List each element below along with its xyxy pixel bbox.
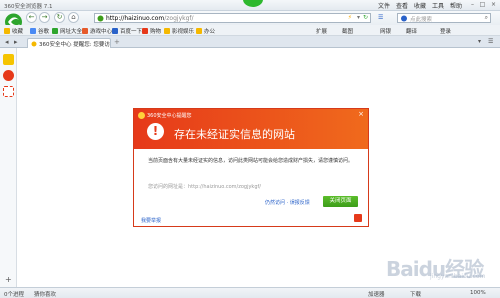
folder-icon: [196, 28, 202, 34]
recommend-link[interactable]: 猜你喜欢: [34, 290, 56, 298]
tab-warning-page[interactable]: 360安全中心 提醒您: 您要访: [27, 38, 111, 48]
menu-tools[interactable]: 工具: [432, 1, 444, 10]
game-icon: [82, 28, 88, 34]
online-banking-button[interactable]: 网银: [380, 27, 391, 35]
accelerator-button[interactable]: 加速器: [368, 290, 385, 298]
360-shield-icon: [138, 112, 145, 119]
dialog-header: 360安全中心提醒您 × ! 存在未经证实信息的网站: [134, 109, 368, 149]
status-bar: 0个进程 猜你喜欢 加速器 下载 100%: [0, 287, 500, 298]
shopping-icon: [142, 28, 148, 34]
baidu-icon: [112, 28, 118, 34]
url-text: http://haizinuo.com/zogjykgf/: [106, 15, 194, 22]
menu-view[interactable]: 查看: [396, 1, 408, 10]
tab-list-icon[interactable]: ☰: [488, 38, 493, 45]
minimize-icon[interactable]: –: [468, 1, 477, 9]
zoom-level[interactable]: 100%: [470, 290, 486, 296]
menu-file[interactable]: 文件: [378, 1, 390, 10]
new-tab-icon[interactable]: +: [114, 38, 120, 46]
search-engine-logo-icon: [401, 15, 407, 22]
sidebar-add-icon[interactable]: +: [5, 275, 12, 284]
back-icon[interactable]: ←: [26, 12, 37, 23]
address-bar[interactable]: http://haizinuo.com/zogjykgf/ ⚡ ▾ ↻: [94, 13, 371, 23]
download-button[interactable]: 下载: [410, 290, 421, 298]
fav-item-shopping[interactable]: 购物: [142, 27, 161, 35]
star-icon: [4, 28, 10, 34]
fav-item-office[interactable]: 办公: [196, 27, 215, 35]
search-input[interactable]: 点此搜索 ⌕: [397, 13, 491, 23]
home-icon[interactable]: ⌂: [68, 12, 79, 23]
report-flag-icon[interactable]: [354, 214, 362, 222]
shield-icon: [31, 41, 37, 47]
baidu-watermark: Baidu经验 jingyan.baidu.com: [386, 257, 486, 281]
fav-item-baidu[interactable]: 百度一下: [112, 27, 142, 35]
close-window-icon[interactable]: ×: [489, 1, 498, 9]
title-bar: 360安全浏览器 7.1 文件 查看 收藏 工具 帮助 – □ ×: [0, 0, 500, 11]
dropdown-icon[interactable]: ▾: [357, 14, 360, 21]
security-warning-dialog: 360安全中心提醒您 × ! 存在未经证实信息的网站 当前页面含有大量未经证实的…: [133, 108, 369, 227]
bolt-icon[interactable]: ⚡: [348, 14, 352, 21]
visited-url: 您访问的网址是：http://haizinuo.com/zogjykgf/: [148, 184, 261, 190]
google-icon: [30, 28, 36, 34]
warning-icon: !: [147, 123, 164, 140]
forward-icon[interactable]: →: [39, 12, 50, 23]
translate-button[interactable]: 翻译: [406, 27, 417, 35]
close-page-button[interactable]: 关闭页面: [323, 196, 358, 207]
status-indicator: [243, 0, 263, 7]
folder-icon: [164, 28, 170, 34]
tab-menu-icon[interactable]: ▾: [478, 38, 481, 45]
sidebar-app-icon[interactable]: [3, 86, 14, 97]
maximize-icon[interactable]: □: [478, 1, 487, 9]
sidebar-weibo-icon[interactable]: [3, 70, 14, 81]
search-placeholder: 点此搜索: [410, 17, 433, 23]
report-link[interactable]: 我要举报: [141, 217, 161, 224]
fav-item-video[interactable]: 影视娱乐: [164, 27, 194, 35]
search-icon[interactable]: ⌕: [485, 14, 488, 22]
fav-item-sites[interactable]: 网址大全: [52, 27, 82, 35]
extensions-button[interactable]: 扩展: [316, 27, 327, 35]
sidebar-favorites-icon[interactable]: [3, 54, 14, 65]
fav-item-google[interactable]: 谷歌: [30, 27, 49, 35]
security-icon: [97, 15, 104, 22]
window-title: 360安全浏览器 7.1: [4, 4, 53, 10]
continue-and-report-links[interactable]: 仍然访问 · 误报反馈: [265, 199, 310, 206]
tab-label: 360安全中心 提醒您: 您要访: [39, 42, 110, 48]
sidebar: +: [0, 48, 17, 287]
refresh-icon[interactable]: ↻: [54, 12, 65, 23]
login-button[interactable]: 登录: [440, 27, 451, 35]
dialog-description: 当前页面含有大量未经证实的信息，访问此类网站可能会给您造成财产损失，请您谨慎访问…: [148, 158, 354, 164]
tab-back-icon[interactable]: ◂: [5, 38, 9, 46]
dialog-brand: 360安全中心提醒您: [147, 113, 192, 119]
fav-item-games[interactable]: 游戏中心: [82, 27, 112, 35]
site-nav-icon: [52, 28, 58, 34]
dialog-close-icon[interactable]: ×: [358, 110, 364, 118]
go-icon[interactable]: ↻: [363, 14, 368, 21]
screenshot-button[interactable]: 截图: [342, 27, 353, 35]
menu-favorites[interactable]: 收藏: [414, 1, 426, 10]
search-engine-icon[interactable]: ☰: [378, 14, 383, 21]
dialog-heading: 存在未经证实信息的网站: [174, 128, 295, 141]
menu-help[interactable]: 帮助: [450, 1, 462, 10]
process-count: 0个进程: [4, 292, 24, 298]
tab-forward-icon[interactable]: ▸: [14, 38, 18, 46]
fav-item-favorites[interactable]: 收藏: [4, 27, 23, 35]
